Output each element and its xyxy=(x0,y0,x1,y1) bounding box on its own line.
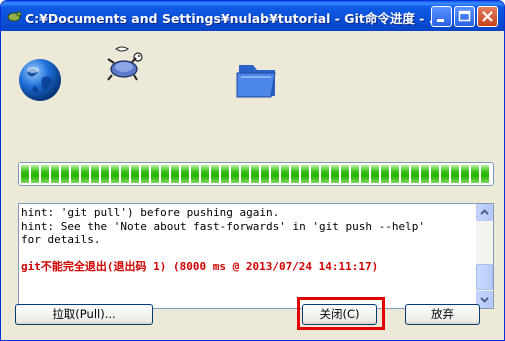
turtle-icon xyxy=(107,46,143,81)
content-pane: hint: 'git pull') before pushing again. h… xyxy=(4,31,501,339)
close-window-button[interactable] xyxy=(477,6,498,27)
folder-icon xyxy=(236,65,276,98)
log-line: for details. xyxy=(21,233,101,246)
abort-button[interactable]: 放弃 xyxy=(405,304,480,325)
title-bar[interactable]: C:¥Documents and Settings¥nulab¥tutorial… xyxy=(1,1,504,31)
minimize-button[interactable] xyxy=(431,6,452,27)
vertical-scrollbar[interactable] xyxy=(476,204,493,308)
progress-bar xyxy=(18,162,494,186)
tortoisegit-icon xyxy=(7,11,22,22)
maximize-button[interactable] xyxy=(454,6,475,27)
error-message: git不能完全退出(退出码 1) (8000 ms @ 2013/07/24 1… xyxy=(21,259,379,273)
globe-icon xyxy=(19,59,61,101)
scroll-up-button[interactable] xyxy=(476,204,493,221)
scroll-thumb[interactable] xyxy=(476,264,493,290)
chevron-up-icon xyxy=(480,209,489,215)
close-button-highlight xyxy=(297,297,385,330)
close-icon xyxy=(482,11,493,22)
log-line: hint: See the 'Note about fast-forwards'… xyxy=(21,219,425,233)
pull-button[interactable]: 拉取(Pull)... xyxy=(15,304,153,325)
git-progress-window: C:¥Documents and Settings¥nulab¥tutorial… xyxy=(0,0,505,341)
output-log: hint: 'git pull') before pushing again. h… xyxy=(18,203,494,309)
progress-fill xyxy=(21,165,491,183)
minimize-icon xyxy=(437,19,444,22)
window-title: C:¥Documents and Settings¥nulab¥tutorial… xyxy=(25,11,443,26)
log-text[interactable]: hint: 'git pull') before pushing again. h… xyxy=(21,206,476,306)
log-line: hint: 'git pull') before pushing again. xyxy=(21,206,280,219)
maximize-icon xyxy=(458,10,471,22)
